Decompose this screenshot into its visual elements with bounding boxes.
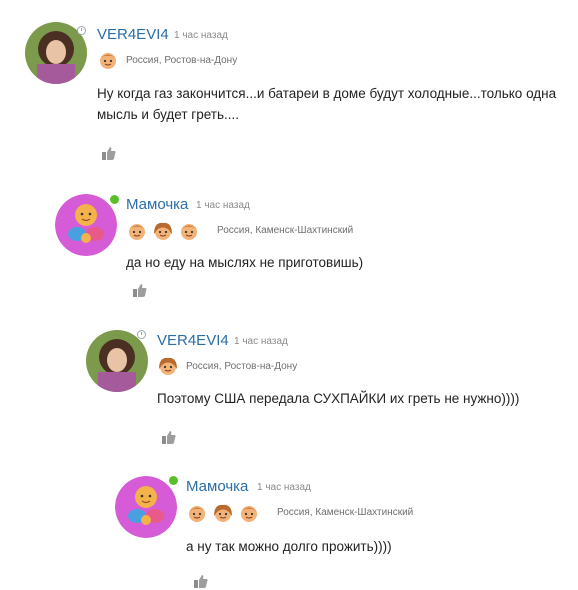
online-status-icon [110, 195, 119, 204]
avatar[interactable] [86, 330, 148, 392]
timestamp: 1 час назад [196, 200, 250, 211]
badges [186, 502, 260, 524]
thumbs-up-icon[interactable] [192, 572, 210, 590]
location: Россия, Каменск-Шахтинский [217, 225, 354, 236]
kid-face-icon [241, 506, 257, 522]
kid-face-icon [181, 224, 197, 240]
comment-text: а ну так можно долго прожить)))) [186, 539, 392, 554]
girl-face-icon [214, 504, 232, 522]
comment-text: да но еду на мыслях не приготовишь) [126, 255, 364, 270]
badges [126, 220, 200, 242]
location: Россия, Ростов-на-Дону [186, 361, 298, 372]
timestamp: 1 час назад [257, 482, 311, 493]
timestamp: 1 час назад [234, 336, 288, 347]
thumbs-up-icon[interactable] [131, 281, 149, 299]
girl-face-icon [154, 222, 172, 240]
online-status-icon [169, 476, 178, 485]
avatar[interactable] [55, 194, 117, 256]
thumbs-up-icon[interactable] [160, 428, 178, 446]
username-link[interactable]: Мамочка [126, 196, 188, 213]
comment-text: Поэтому США передала СУХПАЙКИ их греть н… [157, 391, 520, 406]
username-link[interactable]: Мамочка [186, 478, 248, 495]
kid-face-icon [189, 506, 205, 522]
girl-face-icon [159, 357, 177, 375]
kid-face-icon [129, 224, 145, 240]
away-status-icon [137, 330, 146, 339]
badges [157, 355, 179, 377]
comment: Мамочка 1 час назад Россия, Каменск-Шахт… [0, 0, 578, 588]
avatar[interactable] [115, 476, 177, 538]
location: Россия, Каменск-Шахтинский [277, 507, 414, 518]
username-link[interactable]: VER4EVI4 [157, 332, 229, 349]
